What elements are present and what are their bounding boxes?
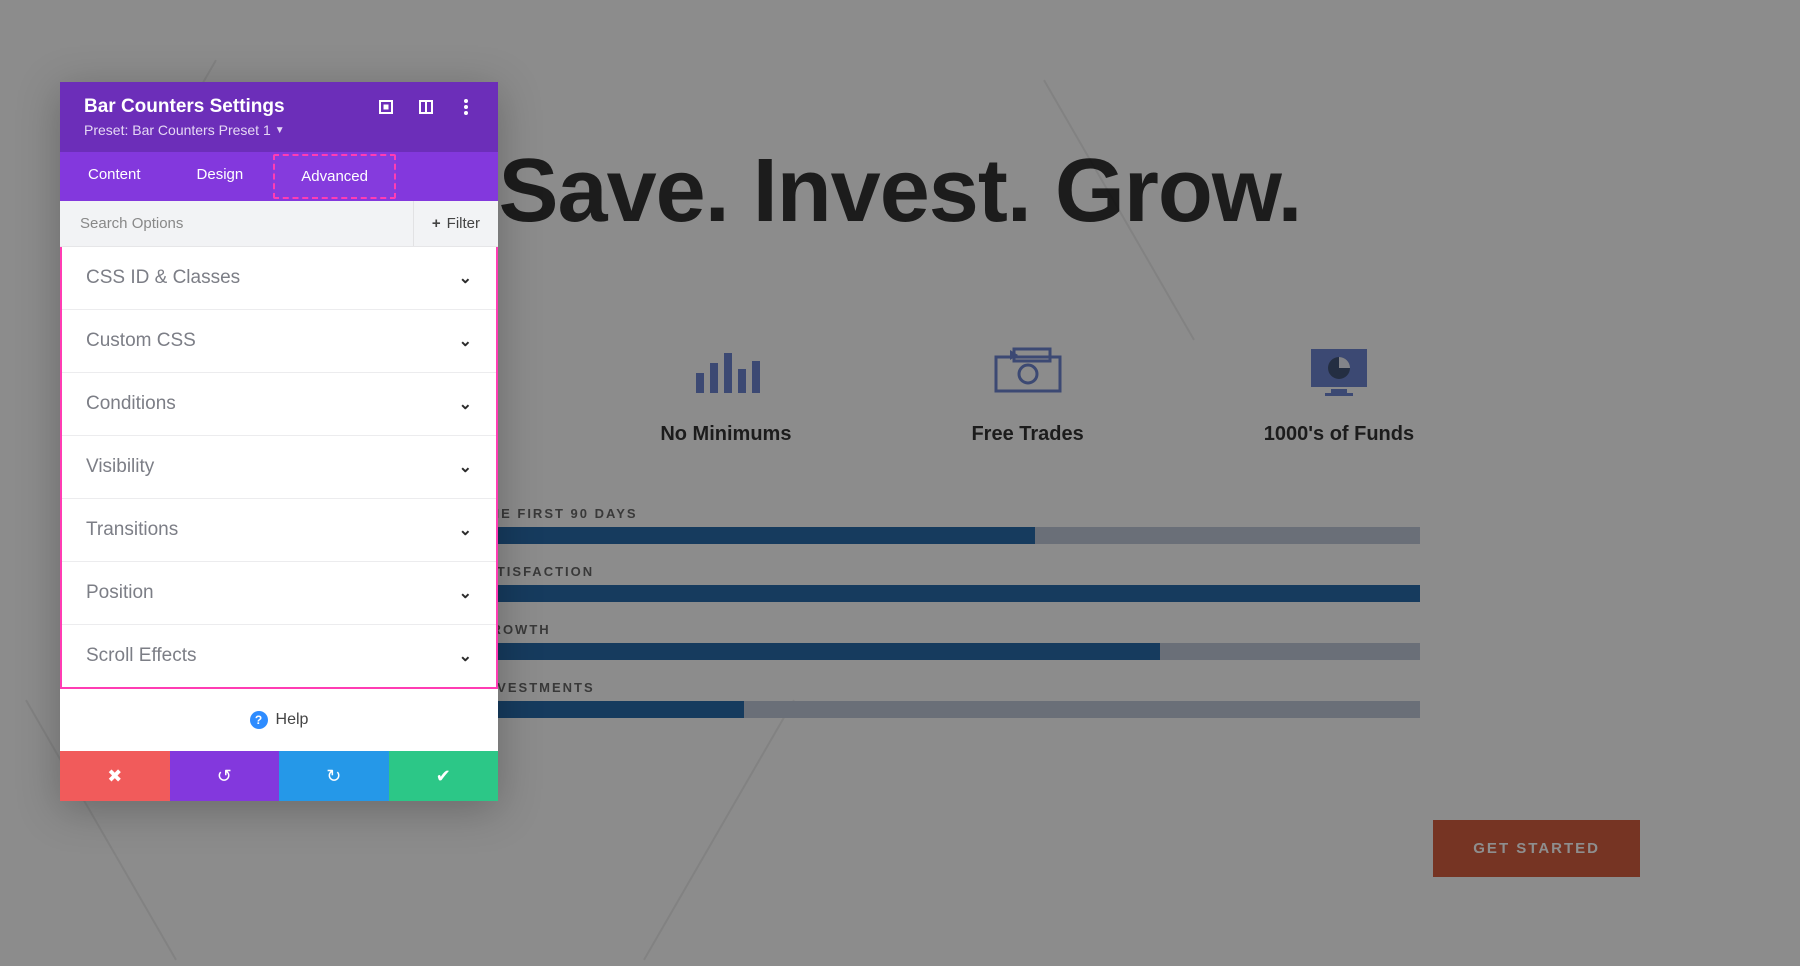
panel-title: Bar Counters Settings: [84, 96, 285, 118]
preset-selector[interactable]: Preset: Bar Counters Preset 1 ▼: [84, 122, 474, 138]
chevron-down-icon: ⌄: [459, 646, 472, 666]
help-icon: ?: [250, 711, 268, 729]
option-label: Scroll Effects: [86, 645, 197, 667]
option-css-id-classes[interactable]: CSS ID & Classes ⌄: [62, 247, 496, 310]
options-list: CSS ID & Classes ⌄ Custom CSS ⌄ Conditio…: [60, 247, 498, 689]
chevron-down-icon: ⌄: [459, 457, 472, 477]
help-button[interactable]: ? Help: [60, 689, 498, 751]
cancel-button[interactable]: ✖: [60, 751, 170, 801]
close-icon: ✖: [107, 766, 122, 787]
help-label: Help: [276, 711, 309, 729]
preset-label: Preset: Bar Counters Preset 1: [84, 122, 271, 138]
tab-design[interactable]: Design: [169, 152, 272, 201]
caret-down-icon: ▼: [275, 125, 285, 136]
panel-footer: ✖ ↺ ↻ ✔: [60, 751, 498, 801]
save-button[interactable]: ✔: [389, 751, 499, 801]
option-label: Visibility: [86, 456, 154, 478]
option-label: CSS ID & Classes: [86, 267, 240, 289]
filter-label: Filter: [447, 215, 480, 232]
option-position[interactable]: Position ⌄: [62, 562, 496, 625]
columns-icon[interactable]: [418, 99, 434, 115]
search-bar: + Filter: [60, 201, 498, 247]
undo-icon: ↺: [217, 766, 232, 787]
tab-advanced[interactable]: Advanced: [273, 154, 396, 199]
redo-icon: ↻: [326, 766, 341, 787]
option-label: Transitions: [86, 519, 178, 541]
check-icon: ✔: [436, 766, 451, 787]
search-input[interactable]: [60, 201, 413, 246]
settings-panel: Bar Counters Settings Preset: Bar Counte…: [60, 82, 498, 801]
chevron-down-icon: ⌄: [459, 394, 472, 414]
chevron-down-icon: ⌄: [459, 520, 472, 540]
plus-icon: +: [432, 215, 441, 232]
panel-tabs: Content Design Advanced: [60, 152, 498, 201]
redo-button[interactable]: ↻: [279, 751, 389, 801]
option-scroll-effects[interactable]: Scroll Effects ⌄: [62, 625, 496, 687]
option-label: Conditions: [86, 393, 176, 415]
chevron-down-icon: ⌄: [459, 268, 472, 288]
panel-header: Bar Counters Settings Preset: Bar Counte…: [60, 82, 498, 152]
option-label: Position: [86, 582, 154, 604]
option-transitions[interactable]: Transitions ⌄: [62, 499, 496, 562]
more-icon[interactable]: [458, 99, 474, 115]
expand-icon[interactable]: [378, 99, 394, 115]
option-label: Custom CSS: [86, 330, 196, 352]
chevron-down-icon: ⌄: [459, 583, 472, 603]
option-conditions[interactable]: Conditions ⌄: [62, 373, 496, 436]
undo-button[interactable]: ↺: [170, 751, 280, 801]
tab-content[interactable]: Content: [60, 152, 169, 201]
option-custom-css[interactable]: Custom CSS ⌄: [62, 310, 496, 373]
chevron-down-icon: ⌄: [459, 331, 472, 351]
option-visibility[interactable]: Visibility ⌄: [62, 436, 496, 499]
filter-button[interactable]: + Filter: [413, 201, 498, 246]
